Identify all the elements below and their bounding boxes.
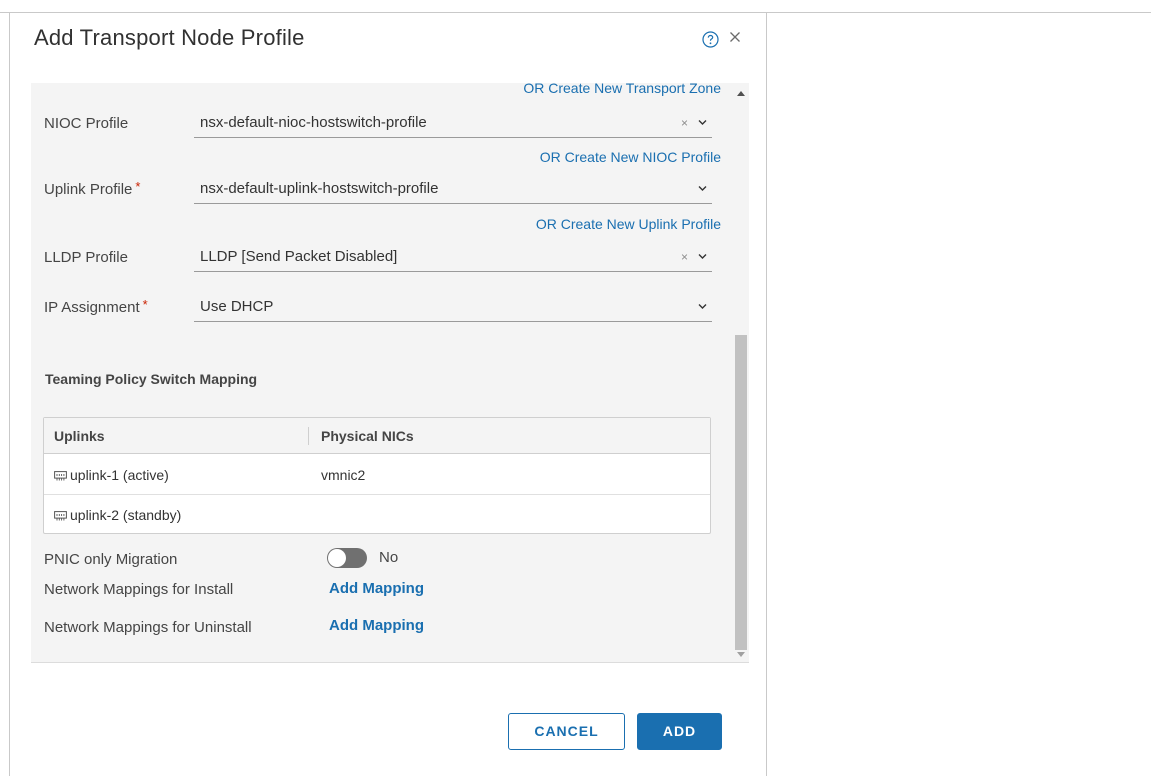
create-transport-zone-link[interactable]: OR Create New Transport Zone — [523, 83, 721, 96]
scroll-down-arrow-icon[interactable] — [737, 652, 745, 657]
top-border — [0, 0, 1151, 13]
table-row[interactable]: uplink-2 (standby) — [44, 495, 710, 535]
lldp-profile-label: LLDP Profile — [44, 249, 128, 266]
create-uplink-profile-link[interactable]: OR Create New Uplink Profile — [536, 216, 721, 232]
uplink-profile-label: Uplink Profile * — [44, 179, 141, 198]
chevron-down-icon[interactable] — [698, 252, 707, 261]
cancel-button[interactable]: CANCEL — [508, 713, 625, 750]
uplink-name: uplink-1 (active) — [70, 467, 169, 483]
chevron-down-icon[interactable] — [698, 184, 707, 193]
table-row[interactable]: uplink-1 (active) vmnic2 — [44, 455, 710, 495]
install-mappings-label: Network Mappings for Install — [44, 581, 234, 598]
network-port-icon — [54, 471, 67, 481]
pnic-toggle-state: No — [379, 549, 399, 566]
scroll-up-arrow-icon[interactable] — [737, 91, 745, 96]
lldp-profile-value: LLDP [Send Packet Disabled] — [200, 248, 398, 265]
uplink-profile-label-text: Uplink Profile — [44, 181, 133, 198]
lldp-profile-select[interactable]: LLDP [Send Packet Disabled] × — [194, 242, 712, 272]
chevron-down-icon[interactable] — [698, 118, 707, 127]
nioc-profile-select[interactable]: nsx-default-nioc-hostswitch-profile × — [194, 108, 712, 138]
ip-assignment-select[interactable]: Use DHCP — [194, 292, 712, 322]
scrollbar[interactable] — [733, 83, 749, 662]
required-mark: * — [142, 297, 148, 312]
grid-header: Uplinks Physical NICs — [44, 418, 710, 454]
nioc-profile-value: nsx-default-nioc-hostswitch-profile — [200, 114, 427, 131]
ip-assignment-label: IP Assignment * — [44, 297, 148, 316]
column-header-uplinks[interactable]: Uplinks — [54, 428, 105, 444]
uplink-cell: uplink-1 (active) — [54, 467, 169, 483]
add-transport-node-profile-dialog: Add Transport Node Profile OR Create New… — [10, 13, 767, 776]
add-install-mapping-link[interactable]: Add Mapping — [329, 580, 424, 597]
uplink-profile-select[interactable]: nsx-default-uplink-hostswitch-profile — [194, 174, 712, 204]
add-uninstall-mapping-link[interactable]: Add Mapping — [329, 617, 424, 634]
ip-assignment-value: Use DHCP — [200, 298, 274, 315]
physical-nic-cell[interactable]: vmnic2 — [321, 467, 365, 483]
uninstall-mappings-label: Network Mappings for Uninstall — [44, 619, 252, 636]
chevron-down-icon[interactable] — [698, 302, 707, 311]
teaming-section-title: Teaming Policy Switch Mapping — [45, 371, 258, 387]
create-nioc-profile-link[interactable]: OR Create New NIOC Profile — [540, 149, 721, 165]
pnic-migration-label: PNIC only Migration — [44, 551, 178, 568]
add-button[interactable]: ADD — [637, 713, 722, 750]
left-border — [0, 13, 10, 776]
teaming-grid: Uplinks Physical NICs uplink-1 (active) … — [43, 417, 711, 534]
network-port-icon — [54, 511, 67, 521]
clear-icon[interactable]: × — [681, 116, 688, 130]
help-icon[interactable] — [702, 31, 719, 48]
scrollbar-thumb[interactable] — [735, 335, 747, 650]
toggle-knob — [328, 549, 346, 567]
ip-assignment-label-text: IP Assignment — [44, 299, 140, 316]
uplink-cell: uplink-2 (standby) — [54, 507, 181, 523]
nioc-profile-label: NIOC Profile — [44, 115, 129, 132]
close-icon[interactable] — [728, 30, 742, 44]
dialog-title: Add Transport Node Profile — [34, 25, 305, 50]
form-scroll-area[interactable]: OR Create New Transport Zone NIOC Profil… — [31, 83, 749, 663]
uplink-name: uplink-2 (standby) — [70, 507, 182, 523]
uplink-profile-value: nsx-default-uplink-hostswitch-profile — [200, 180, 439, 197]
required-mark: * — [135, 179, 141, 194]
clear-icon[interactable]: × — [681, 250, 688, 264]
column-header-physical-nics[interactable]: Physical NICs — [321, 428, 414, 444]
column-separator[interactable] — [308, 427, 309, 445]
pnic-migration-toggle[interactable] — [327, 548, 367, 568]
